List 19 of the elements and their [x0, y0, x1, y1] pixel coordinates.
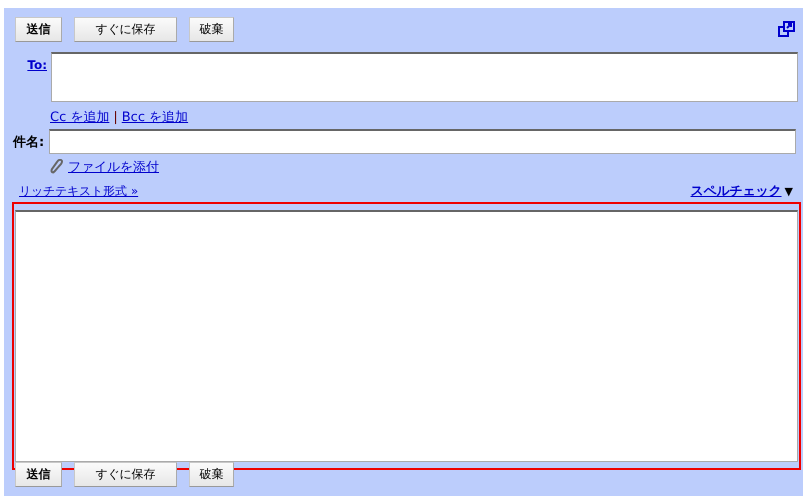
dropdown-arrow-icon[interactable]: ▼ — [784, 184, 793, 198]
popout-icon[interactable] — [778, 21, 795, 38]
toolbar-button[interactable]: 送信 — [15, 462, 62, 487]
spell-check-link[interactable]: スペルチェック — [690, 182, 782, 200]
toolbar-button[interactable]: 送信 — [15, 17, 62, 42]
toolbar-button[interactable]: 破棄 — [189, 462, 234, 487]
toolbar-button[interactable]: すぐに保存 — [74, 462, 177, 487]
link-separator: | — [113, 110, 118, 124]
paperclip-icon — [50, 159, 64, 175]
add-cc-link[interactable]: Cc を追加 — [50, 108, 110, 126]
add-bcc-link[interactable]: Bcc を追加 — [122, 108, 188, 126]
rich-text-link[interactable]: リッチテキスト形式 » — [19, 182, 138, 200]
subject-label: 件名: — [13, 134, 46, 150]
subject-field[interactable] — [49, 129, 796, 154]
to-link[interactable]: To: — [15, 58, 51, 72]
attach-file-link[interactable]: ファイルを添付 — [68, 158, 159, 176]
toolbar-button[interactable]: すぐに保存 — [74, 17, 177, 42]
toolbar-button[interactable]: 破棄 — [189, 17, 234, 42]
to-field[interactable] — [51, 52, 798, 102]
